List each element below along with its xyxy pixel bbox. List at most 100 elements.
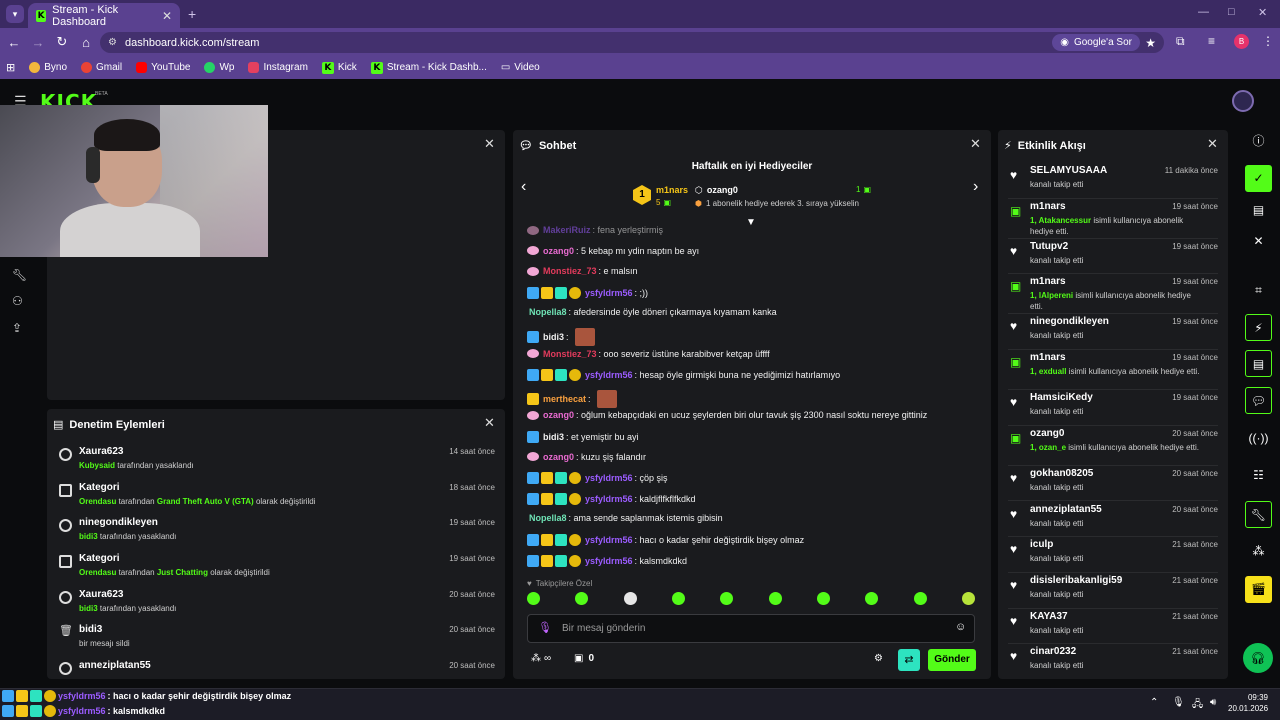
bookmark-item[interactable]: K Stream - Kick Dashb... [370,61,487,74]
users-settings-icon[interactable]: ⚇ [12,294,23,308]
close-icon[interactable]: ✕ [1207,136,1218,152]
activity-username[interactable]: ninegondikleyen [1030,316,1109,327]
activity-username[interactable]: m1nars [1030,276,1066,287]
chat-username[interactable]: ozang0 [543,410,574,420]
bookmark-item[interactable]: YouTube [136,62,190,73]
activity-username[interactable]: ozang0 [1030,428,1064,439]
close-icon[interactable]: ✕ [970,136,981,152]
chevron-right-icon[interactable]: › [973,178,978,196]
bookmark-item[interactable]: Wp [204,62,234,73]
chat-username[interactable]: Nopella8 [529,307,567,317]
bookmark-star-icon[interactable]: ★ [1145,36,1156,50]
checkmark-icon[interactable]: ✓ [1245,165,1272,192]
chat-username[interactable]: ozang0 [543,452,574,462]
chat-username[interactable]: MakeriRuiz [543,225,591,235]
activity-username[interactable]: KAYA37 [1030,611,1068,622]
lightning-icon[interactable]: ⚡︎ [1245,314,1272,341]
gift-counter[interactable]: ▣ 0 [574,653,594,664]
tab-close-icon[interactable]: ✕ [162,9,172,23]
minimize-button[interactable]: — [1198,6,1209,18]
forward-icon[interactable]: → [26,35,50,50]
chat-username[interactable]: bidi3 [543,332,564,342]
mod-actor[interactable]: Kubysaid [79,461,115,470]
activity-username[interactable]: gokhan08205 [1030,468,1093,479]
chat-bubble-icon[interactable]: 💬︎ [1245,387,1272,414]
reload-icon[interactable]: ↻ [50,34,74,50]
window-close-button[interactable]: ✕ [1258,6,1267,19]
activity-username[interactable]: m1nars [1030,352,1066,363]
activity-recipient[interactable]: 1, exduall [1030,367,1066,376]
extensions-icon[interactable]: ⧉ [1176,34,1185,49]
maximize-button[interactable]: □ [1228,6,1235,18]
support-headset-icon[interactable]: 🎧︎ [1243,643,1273,673]
chat-username[interactable]: bidi3 [543,432,564,442]
activity-recipient[interactable]: 1, ozan_e [1030,443,1066,452]
chat-username[interactable]: ysfyldrm56 [585,535,633,545]
activity-username[interactable]: disisleribakanligi59 [1030,575,1122,586]
bookmark-item[interactable]: Byno [29,62,67,73]
volume-icon[interactable]: 🔊︎ [1210,697,1216,708]
activity-username[interactable]: SELAMYUSAAA [1030,165,1107,176]
browser-tab[interactable]: K Stream - Kick Dashboard ✕ [28,3,180,28]
emote-icon[interactable] [671,592,685,605]
tray-chevron-icon[interactable]: ⌃ [1150,697,1158,708]
bookmark-item[interactable]: ▭ Video [501,62,540,73]
top-gifter-name[interactable]: m1nars [656,185,688,195]
media-icon[interactable]: ≡ [1208,34,1215,48]
second-gifter[interactable]: ⬡ ozang0 [695,185,738,196]
address-bar[interactable]: ⚙ dashboard.kick.com/stream ◉ Google'a So… [100,32,1164,53]
wrench-icon[interactable]: 🔧︎ [12,268,27,282]
chat-username[interactable]: ysfyldrm56 [585,473,633,483]
emote-icon[interactable] [768,592,782,605]
close-icon[interactable]: ✕ [1245,228,1272,255]
close-icon[interactable]: ✕ [484,415,495,431]
wrench-icon[interactable]: 🔧︎ [1245,501,1272,528]
emote-icon[interactable] [865,592,879,605]
profile-avatar[interactable]: B [1234,34,1249,49]
chat-settings-icon[interactable]: ⚙ [874,653,883,664]
back-icon[interactable]: ← [2,35,26,50]
chat-username[interactable]: Monstiez_73 [543,349,597,359]
activity-recipient[interactable]: 1, lAlpereni [1030,291,1073,300]
chat-username[interactable]: ysfyldrm56 [585,370,633,380]
chat-username[interactable]: merthecat [543,394,586,404]
chat-username[interactable]: Nopella8 [529,513,567,523]
tab-search-button[interactable]: ▾ [6,5,24,23]
activity-username[interactable]: cinar0232 [1030,646,1076,657]
user-list-icon[interactable]: ☷ [1245,462,1272,489]
emote-icon[interactable] [816,592,830,605]
capture-icon[interactable]: ⌗ [1245,277,1272,304]
home-icon[interactable]: ⌂ [74,35,98,50]
microphone-icon[interactable]: 🎙︎ [1172,697,1185,708]
microphone-icon[interactable]: 🎙︎ [538,621,552,634]
network-icon[interactable]: 🖧︎ [1192,697,1203,714]
chevron-left-icon[interactable]: ‹ [521,178,526,196]
bookmark-item[interactable]: Instagram [248,62,308,73]
emote-icon[interactable] [575,592,589,605]
activity-username[interactable]: HamsiciKedy [1030,392,1093,403]
menu-icon[interactable]: ⋮ [1262,34,1274,48]
clapperboard-icon[interactable]: 🎬︎ [1245,576,1272,603]
info-icon[interactable]: ⓘ [1245,128,1272,155]
activity-username[interactable]: iculp [1030,539,1053,550]
upload-icon[interactable]: ⇪ [12,321,22,335]
mod-actor[interactable]: Orendasu [79,497,116,506]
emote-icon[interactable] [913,592,927,605]
bookmark-item[interactable]: Gmail [81,62,122,73]
document-icon[interactable]: ▤ [1245,350,1272,377]
emote-icon[interactable] [527,592,540,605]
mod-actor[interactable]: Orendasu [79,568,116,577]
broadcast-icon[interactable]: ((·)) [1245,425,1272,452]
bookmark-item[interactable]: K Kick [321,61,357,74]
mod-actor[interactable]: bidi3 [79,604,98,613]
points-icon[interactable]: ⁂ [1245,538,1272,565]
close-icon[interactable]: ✕ [484,136,495,152]
emote-icon[interactable] [623,592,637,605]
system-clock[interactable]: 09:39 20.01.2026 [1228,692,1268,714]
send-button[interactable]: Gönder [928,649,976,671]
chat-username[interactable]: ysfyldrm56 [585,556,633,566]
channel-points[interactable]: ⁂ ∞ [531,653,551,664]
chat-username[interactable]: Monstiez_73 [543,266,597,276]
chat-input[interactable]: Bir mesaj gönderin [527,614,975,643]
chat-username[interactable]: ysfyldrm56 [585,494,633,504]
